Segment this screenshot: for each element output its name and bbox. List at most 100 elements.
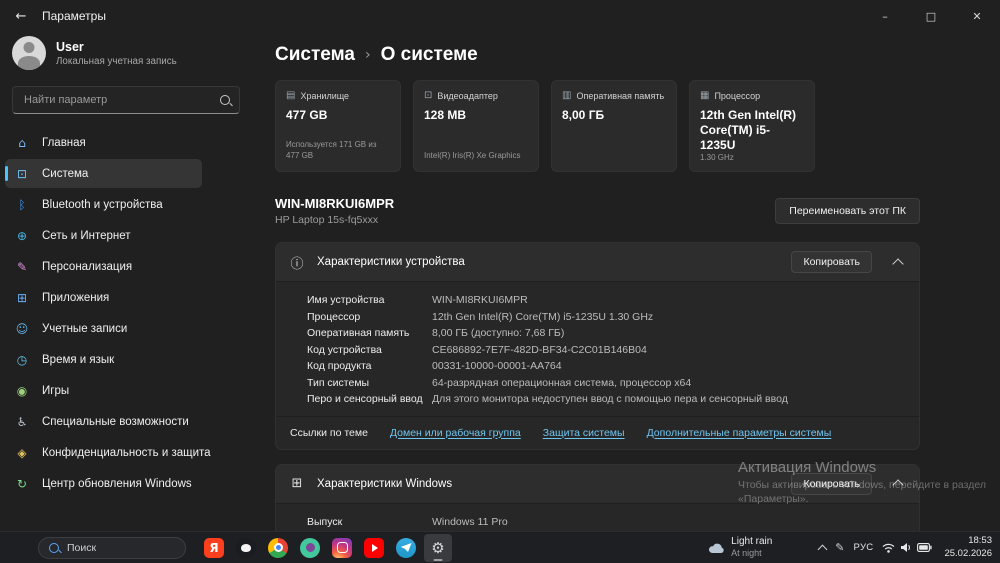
spec-label: Перо и сенсорный ввод xyxy=(307,393,423,405)
tray-date: 25.02.2026 xyxy=(944,547,992,559)
spec-value: 12th Gen Intel(R) Core(TM) i5-1235U 1.30… xyxy=(432,310,654,323)
copy-device-specs-button[interactable]: Копировать xyxy=(791,251,872,273)
instagram-icon[interactable] xyxy=(328,534,356,562)
spec-value: CE686892-7E7F-482D-BF34-C2C01B146B04 xyxy=(432,343,647,356)
tray-time: 18:53 xyxy=(968,535,992,547)
sidebar-item-bluetooth[interactable]: ᛒ Bluetooth и устройства xyxy=(5,190,202,219)
sidebar-item-windows-update[interactable]: ↻ Центр обновления Windows xyxy=(5,469,202,498)
nav-label: Центр обновления Windows xyxy=(42,477,192,490)
related-link[interactable]: Дополнительные параметры системы xyxy=(647,427,832,439)
title-bar: ← Параметры – □ ✕ xyxy=(0,0,1000,32)
card-value: 8,00 ГБ xyxy=(562,108,605,122)
globe-icon: ⊕ xyxy=(16,228,28,243)
youtube-icon[interactable] xyxy=(360,534,388,562)
search-icon xyxy=(49,542,59,553)
pen-tray-icon[interactable]: ✎ xyxy=(835,541,844,554)
gamepad-icon: ◉ xyxy=(16,383,28,398)
copy-windows-specs-button[interactable]: Копировать xyxy=(791,472,872,495)
home-icon: ⌂ xyxy=(18,135,26,150)
card-gpu: ⊡ Видеоадаптер 128 MB Intel(R) Iris(R) X… xyxy=(413,80,539,172)
related-link[interactable]: Домен или рабочая группа xyxy=(390,427,521,439)
related-link[interactable]: Защита системы xyxy=(543,427,625,439)
search-icon xyxy=(220,95,230,105)
back-icon[interactable]: ← xyxy=(0,9,42,24)
card-label: Оперативная память xyxy=(576,90,665,101)
shield-icon: ◈ xyxy=(17,445,27,460)
gpu-icon: ⊡ xyxy=(424,90,433,101)
sidebar-item-network[interactable]: ⊕ Сеть и Интернет xyxy=(5,221,202,250)
nav-label: Система xyxy=(42,167,89,180)
nav-label: Время и язык xyxy=(42,353,115,366)
sidebar-item-accounts[interactable]: ☺ Учетные записи xyxy=(5,314,202,343)
spec-row: Оперативная память 8,00 ГБ (доступно: 7,… xyxy=(307,325,905,342)
breadcrumb-separator-icon: › xyxy=(364,47,371,63)
settings-search-input[interactable] xyxy=(22,93,214,107)
sidebar-item-home[interactable]: ⌂ Главная xyxy=(5,128,202,157)
weather-time: At night xyxy=(731,548,762,559)
apps-grid-icon: ⊞ xyxy=(16,290,28,305)
card-label: Хранилище xyxy=(300,90,350,101)
card-storage: ▤ Хранилище 477 GB Используется 171 GB и… xyxy=(275,80,401,172)
sidebar-item-personalization[interactable]: ✎ Персонализация xyxy=(5,252,202,281)
close-icon[interactable]: ✕ xyxy=(954,0,1000,32)
maximize-icon[interactable]: □ xyxy=(908,0,954,32)
weather-condition: Light rain xyxy=(731,536,773,548)
rename-pc-button[interactable]: Переименовать этот ПК xyxy=(775,198,920,224)
spec-label: Код устройства xyxy=(307,343,382,356)
windows-specs-expander[interactable]: ⊞ Характеристики Windows Копировать xyxy=(276,464,919,503)
cloud-icon xyxy=(709,543,724,553)
summary-cards: ▤ Хранилище 477 GB Используется 171 GB и… xyxy=(275,80,920,172)
nav-label: Bluetooth и устройства xyxy=(42,198,163,211)
sidebar-item-gaming[interactable]: ◉ Игры xyxy=(5,376,202,405)
windows-logo-icon: ⊞ xyxy=(291,476,303,491)
nav-label: Специальные возможности xyxy=(42,415,189,428)
settings-search[interactable] xyxy=(12,86,240,114)
chrome-icon[interactable] xyxy=(264,534,292,562)
nav-label: Игры xyxy=(42,384,70,397)
system-tray-icons[interactable] xyxy=(882,542,933,553)
sidebar-nav: ⌂ Главная ⊡ Система ᛒ Bluetooth и устрой… xyxy=(0,128,252,498)
device-model: HP Laptop 15s-fq5xxx xyxy=(275,214,379,226)
tor-browser-icon[interactable] xyxy=(296,534,324,562)
system-icon: ⊡ xyxy=(16,166,28,181)
language-indicator[interactable]: РУС xyxy=(854,542,874,553)
sidebar-item-apps[interactable]: ⊞ Приложения xyxy=(5,283,202,312)
clock[interactable]: 18:53 25.02.2026 xyxy=(944,535,992,560)
spec-value: Для этого монитора недоступен ввод с пом… xyxy=(432,393,788,405)
settings-app-icon[interactable]: ⚙ xyxy=(424,533,452,562)
spec-row: Код продукта 00331-10000-00001-AA764 xyxy=(307,358,905,375)
related-links-row: Ссылки по теме Домен или рабочая группа … xyxy=(276,417,919,449)
card-value: 128 MB xyxy=(424,108,467,122)
sidebar-item-privacy[interactable]: ◈ Конфиденциальность и защита xyxy=(5,438,210,467)
spec-value: 00331-10000-00001-AA764 xyxy=(432,360,562,372)
breadcrumb-system[interactable]: Система xyxy=(275,44,355,66)
card-value: 12th Gen Intel(R) Core(TM) i5-1235U xyxy=(700,108,797,152)
weather-widget[interactable]: Light rain At night xyxy=(707,536,772,559)
window-title: Параметры xyxy=(42,9,106,23)
card-cpu: ▦ Процессор 12th Gen Intel(R) Core(TM) i… xyxy=(689,80,815,172)
page-title: О системе xyxy=(380,44,478,65)
minimize-icon[interactable]: – xyxy=(862,0,908,32)
storage-icon: ▤ xyxy=(286,90,296,101)
tray-overflow-chevron-icon[interactable] xyxy=(817,544,828,554)
sidebar-item-accessibility[interactable]: ♿ Специальные возможности xyxy=(5,407,202,436)
telegram-icon[interactable] xyxy=(392,534,420,562)
github-icon[interactable] xyxy=(232,534,260,562)
taskbar-search[interactable]: Поиск xyxy=(38,536,186,559)
system-tray-area: Light rain At night ✎ РУС 18:53 25.02.20… xyxy=(707,535,992,560)
user-account[interactable]: User Локальная учетная запись xyxy=(0,32,252,76)
taskbar-apps: Я ⚙ xyxy=(200,533,452,562)
spec-row: Код устройства CE686892-7E7F-482D-BF34-C… xyxy=(307,342,905,359)
clock-icon: ◷ xyxy=(16,352,28,367)
sidebar-item-system[interactable]: ⊡ Система xyxy=(5,159,202,188)
main-content: Система › О системе ▤ Хранилище 477 GB И… xyxy=(252,32,1000,531)
spec-label: Имя устройства xyxy=(307,294,385,306)
sidebar-item-time-language[interactable]: ◷ Время и язык xyxy=(5,345,202,374)
card-detail: Используется 171 GB из 477 GB xyxy=(286,140,377,161)
device-specs-rows: Имя устройства WIN-MI8RKUI6MPR Процессор… xyxy=(276,282,919,416)
nav-label: Конфиденциальность и защита xyxy=(42,446,211,459)
yandex-browser-icon[interactable]: Я xyxy=(200,534,228,562)
device-specs-expander[interactable]: ⓘ Характеристики устройства Копировать xyxy=(276,243,919,281)
ram-icon: ▥ xyxy=(562,90,572,101)
settings-window: ← Параметры – □ ✕ User Локальная учетная… xyxy=(0,0,1000,563)
